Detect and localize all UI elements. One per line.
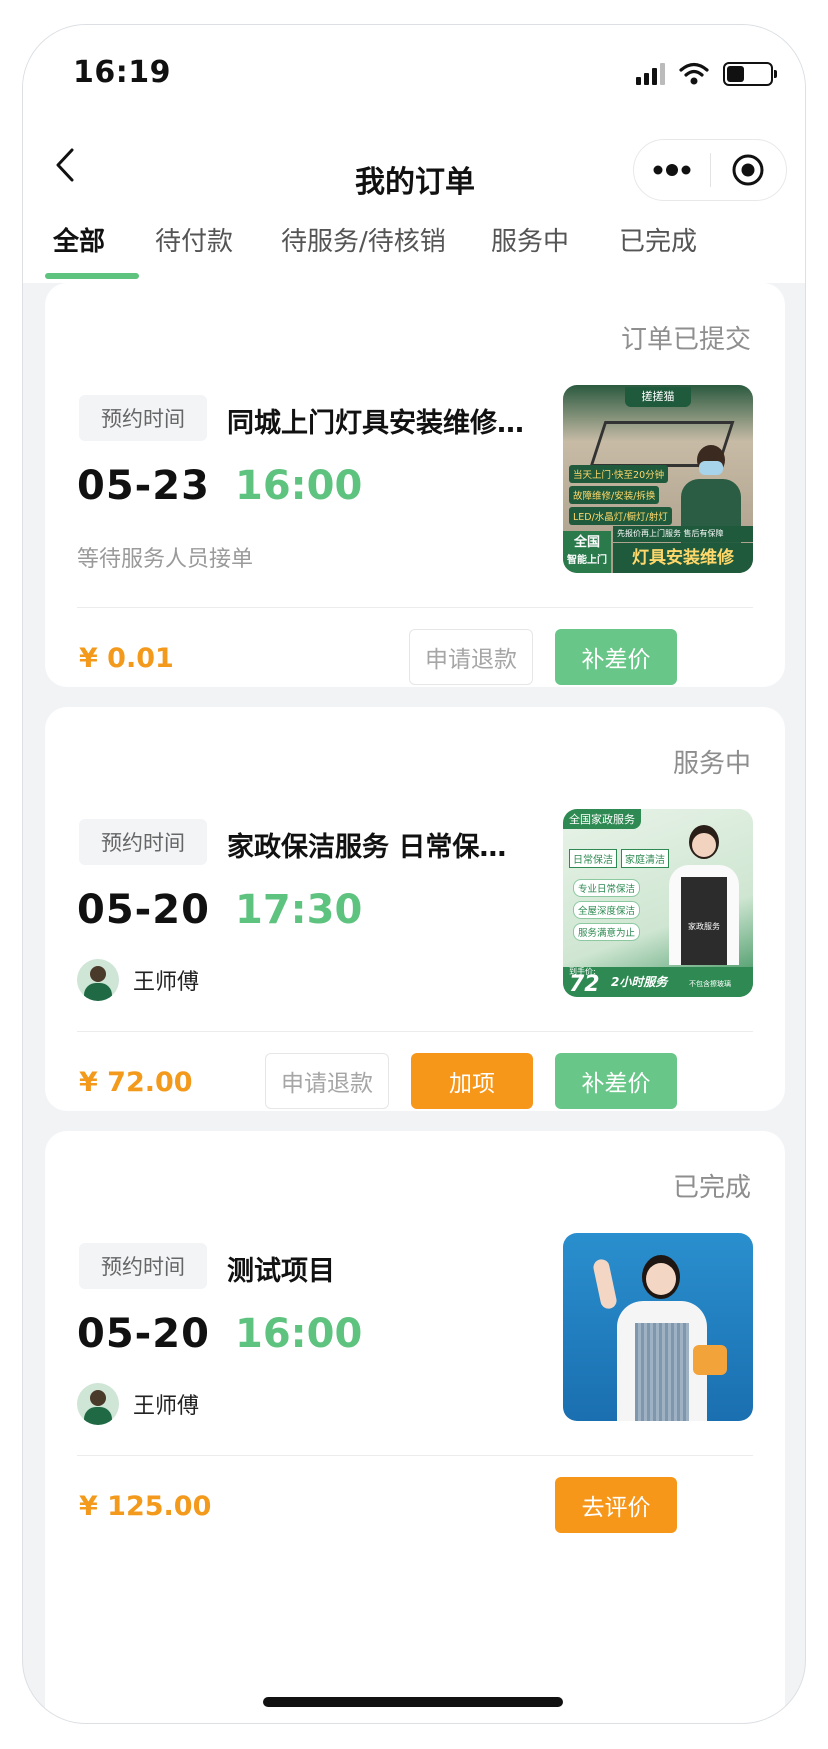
card-divider bbox=[77, 607, 753, 608]
home-indicator bbox=[263, 1697, 563, 1707]
order-price: ¥ 125.00 bbox=[79, 1491, 212, 1522]
add-item-button[interactable]: 加项 bbox=[411, 1053, 533, 1109]
order-price: ¥ 0.01 bbox=[79, 643, 174, 674]
order-time: 16:00 bbox=[235, 463, 363, 509]
worker-name: 王师傅 bbox=[133, 970, 200, 995]
thumb-tag: 日常保洁 bbox=[569, 849, 617, 868]
worker-name: 王师傅 bbox=[133, 1394, 200, 1419]
close-mini-program-button[interactable] bbox=[711, 140, 787, 200]
order-title: 家政保洁服务 日常保洁深度清洁 bbox=[227, 832, 527, 863]
worker-info: 王师傅 bbox=[77, 1383, 199, 1425]
status-time: 16:19 bbox=[73, 55, 171, 90]
feature-line-1: 当天上门·快至20分钟 bbox=[569, 465, 669, 483]
pay-difference-button[interactable]: 补差价 bbox=[555, 1053, 677, 1109]
tab-in-service[interactable]: 服务中 bbox=[491, 221, 569, 258]
order-note: 等待服务人员接单 bbox=[77, 547, 254, 572]
product-image: 全国家政服务 日常保洁 家庭清洁 专业日常保洁 全屋深度保洁 服务满意为止 家政… bbox=[563, 809, 753, 997]
thumb-item: 服务满意为止 bbox=[573, 923, 641, 941]
card-divider bbox=[77, 1031, 753, 1032]
status-icons bbox=[636, 59, 777, 89]
more-dots-icon bbox=[653, 164, 691, 176]
tab-all[interactable]: 全部 bbox=[53, 221, 105, 258]
order-card[interactable]: 服务中 预约时间 家政保洁服务 日常保洁深度清洁 05-20 17:30 王师傅… bbox=[45, 707, 785, 1111]
tab-pending-payment[interactable]: 待付款 bbox=[155, 221, 233, 258]
feature-line-2: 故障维修/安装/拆换 bbox=[569, 486, 660, 504]
order-status: 服务中 bbox=[672, 749, 751, 779]
review-button[interactable]: 去评价 bbox=[555, 1477, 677, 1533]
order-card[interactable]: 订单已提交 预约时间 同城上门灯具安装维修上门服务 05-23 16:00 等待… bbox=[45, 283, 785, 687]
avatar bbox=[77, 959, 119, 1001]
appointment-tag: 预约时间 bbox=[79, 819, 207, 865]
order-date: 05-20 bbox=[77, 887, 210, 933]
feature-line-3: LED/水晶灯/橱灯/射灯 bbox=[569, 507, 672, 525]
tab-completed[interactable]: 已完成 bbox=[619, 221, 697, 258]
refund-button[interactable]: 申请退款 bbox=[265, 1053, 389, 1109]
duration-label: 2小时服务 bbox=[611, 975, 668, 989]
thumb-tags: 日常保洁 家庭清洁 bbox=[569, 849, 669, 868]
nationwide-label: 全国 bbox=[573, 535, 600, 550]
order-time: 16:00 bbox=[235, 1311, 363, 1357]
header-area: 16:19 我的订单 全部 待付款 待服务/待核销 服务中 已完成 bbox=[23, 25, 805, 283]
worker-info: 王师傅 bbox=[77, 959, 199, 1001]
product-image bbox=[563, 1233, 753, 1421]
cleaner-figure: 家政服务 bbox=[659, 825, 749, 965]
apron-label: 家政服务 bbox=[688, 922, 720, 931]
mini-program-capsule bbox=[633, 139, 787, 201]
order-card[interactable]: 已完成 预约时间 测试项目 05-20 16:00 王师傅 ¥ 125.00 去… bbox=[45, 1131, 785, 1723]
phone-frame: 16:19 我的订单 全部 待付款 待服务/待核销 服务中 已完成 订单已提交 … bbox=[22, 24, 806, 1724]
nationwide-badge: 全国 智能上门 bbox=[563, 531, 611, 573]
signal-icon bbox=[636, 63, 665, 85]
card-divider bbox=[77, 1455, 753, 1456]
cleaner-photo bbox=[591, 1249, 727, 1421]
smart-visit-label: 智能上门 bbox=[567, 555, 607, 566]
more-button[interactable] bbox=[634, 140, 710, 200]
pay-difference-button[interactable]: 补差价 bbox=[555, 629, 677, 685]
order-time: 17:30 bbox=[235, 887, 363, 933]
thumb-headline: 灯具安装维修 bbox=[613, 543, 753, 573]
order-status: 已完成 bbox=[672, 1173, 751, 1203]
order-date: 05-20 bbox=[77, 1311, 210, 1357]
order-price: ¥ 72.00 bbox=[79, 1067, 193, 1098]
thumb-item: 全屋深度保洁 bbox=[573, 901, 641, 919]
duration-note: 不包含擦玻璃 bbox=[689, 980, 731, 988]
wifi-icon bbox=[679, 62, 709, 85]
order-title: 同城上门灯具安装维修上门服务 bbox=[227, 408, 527, 439]
avatar bbox=[77, 1383, 119, 1425]
appointment-tag: 预约时间 bbox=[79, 395, 207, 441]
brand-label: 搓搓猫 bbox=[625, 387, 691, 407]
order-status: 订单已提交 bbox=[620, 325, 751, 355]
appointment-tag: 预约时间 bbox=[79, 1243, 207, 1289]
product-image: 搓搓猫 当天上门·快至20分钟 故障维修/安装/拆换 LED/水晶灯/橱灯/射灯… bbox=[563, 385, 753, 573]
thumb-item: 专业日常保洁 bbox=[573, 879, 641, 897]
battery-icon bbox=[723, 62, 777, 86]
refund-button[interactable]: 申请退款 bbox=[409, 629, 533, 685]
order-tabs: 全部 待付款 待服务/待核销 服务中 已完成 bbox=[23, 221, 805, 283]
order-title: 测试项目 bbox=[227, 1256, 335, 1287]
promise-strip: 先报价再上门服务 售后有保障 bbox=[613, 526, 753, 542]
order-date: 05-23 bbox=[77, 463, 210, 509]
active-tab-indicator bbox=[45, 273, 139, 279]
target-icon bbox=[732, 154, 764, 186]
tab-pending-service[interactable]: 待服务/待核销 bbox=[281, 221, 446, 258]
thumb-price: 72 bbox=[569, 972, 600, 997]
thumb-headline: 全国家政服务 bbox=[563, 809, 641, 829]
